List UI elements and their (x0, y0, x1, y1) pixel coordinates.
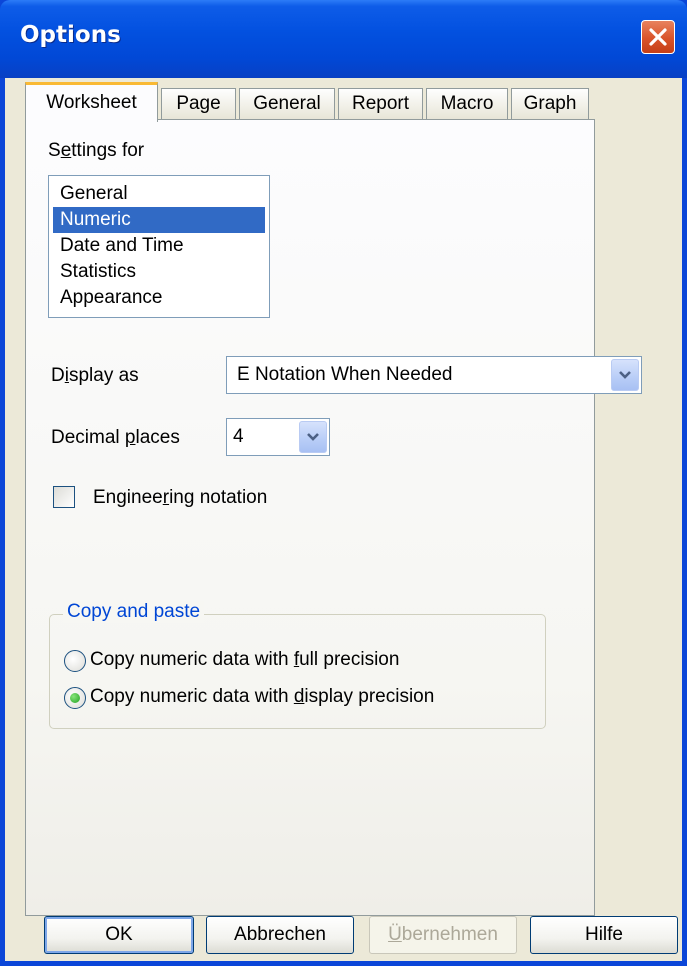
full-precision-radio[interactable] (64, 650, 86, 672)
decimal-places-label: Decimal places (51, 427, 180, 448)
copy-paste-legend: Copy and paste (63, 601, 205, 623)
display-as-value: E Notation When Needed (237, 364, 453, 385)
list-item-general[interactable]: General (53, 181, 265, 207)
list-item-statistics[interactable]: Statistics (53, 259, 265, 285)
cancel-button[interactable]: Abbrechen (206, 916, 354, 954)
radio-selected-dot (70, 693, 80, 703)
settings-for-label: Settings for (48, 140, 145, 161)
display-as-label: Display as (51, 365, 139, 386)
close-icon (649, 28, 667, 46)
title-bar[interactable]: Options (0, 0, 687, 78)
decimal-places-select[interactable]: 4 (226, 418, 330, 456)
tab-page[interactable]: Page (161, 88, 236, 120)
display-as-dropdown-button[interactable] (611, 359, 639, 391)
apply-button[interactable]: Übernehmen (369, 916, 517, 954)
tab-graph[interactable]: Graph (511, 88, 589, 120)
dialog-title: Options (20, 22, 121, 48)
dialog-client: Worksheet Page General Report Macro Grap… (5, 78, 682, 961)
display-as-select[interactable]: E Notation When Needed (226, 356, 642, 394)
list-item-numeric[interactable]: Numeric (53, 207, 265, 233)
display-precision-radio[interactable] (64, 687, 86, 709)
decimal-places-value: 4 (233, 426, 244, 447)
chevron-down-icon (307, 433, 319, 441)
tab-macro[interactable]: Macro (426, 88, 508, 120)
ok-button[interactable]: OK (44, 916, 194, 954)
engineering-notation-checkbox[interactable] (53, 486, 75, 508)
copy-paste-group: Copy and paste Copy numeric data with fu… (49, 601, 546, 729)
decimal-places-dropdown-button[interactable] (299, 421, 327, 453)
display-precision-label[interactable]: Copy numeric data with display precision (90, 686, 434, 708)
chevron-down-icon (619, 371, 631, 379)
settings-for-list[interactable]: General Numeric Date and Time Statistics… (48, 175, 270, 318)
close-button[interactable] (641, 20, 675, 54)
list-item-appearance[interactable]: Appearance (53, 285, 265, 311)
tab-report[interactable]: Report (338, 88, 423, 120)
tab-worksheet[interactable]: Worksheet (25, 82, 158, 122)
list-item-date-and-time[interactable]: Date and Time (53, 233, 265, 259)
options-dialog: Options Worksheet Page General Report Ma… (0, 0, 687, 966)
full-precision-label[interactable]: Copy numeric data with full precision (90, 649, 399, 671)
tab-general[interactable]: General (239, 88, 335, 120)
help-button[interactable]: Hilfe (530, 916, 678, 954)
worksheet-panel: Settings for General Numeric Date and Ti… (25, 119, 642, 916)
engineering-notation-label[interactable]: Engineering notation (93, 487, 267, 509)
